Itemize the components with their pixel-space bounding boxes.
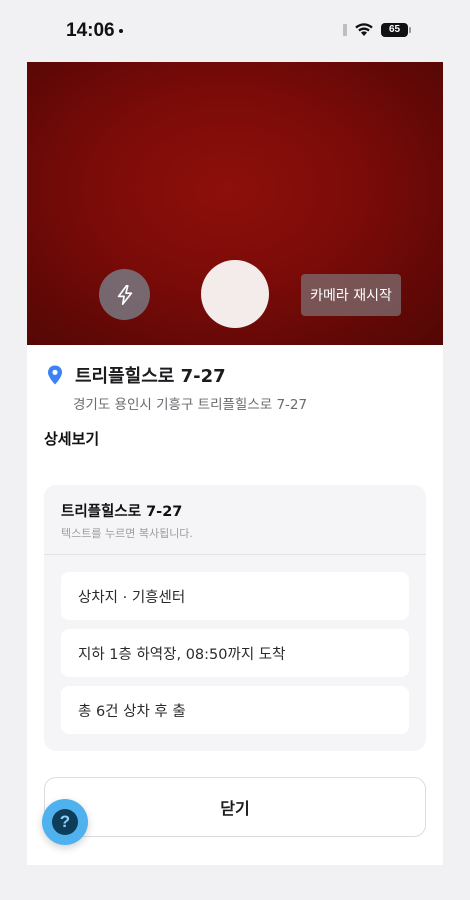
help-icon: ? xyxy=(52,809,78,835)
location-arrow-icon xyxy=(118,28,123,33)
copy-hint: 텍스트를 누르면 복사됩니다. xyxy=(61,527,193,540)
wifi-icon xyxy=(355,23,373,36)
location-address: 경기도 용인시 기흥구 트리플힐스로 7-27 xyxy=(73,397,308,413)
signal-icon xyxy=(343,23,347,36)
camera-restart-button[interactable]: 카메라 재시작 xyxy=(301,274,401,316)
flash-icon xyxy=(117,284,132,305)
location-title: 트리플힐스로 7-27 xyxy=(75,366,226,387)
detail-item[interactable]: 총 6건 상차 후 출 xyxy=(61,686,409,734)
detail-item[interactable]: 상차지 · 기흥센터 xyxy=(61,572,409,620)
help-button[interactable]: ? xyxy=(42,799,88,845)
status-icons: 65 xyxy=(343,22,411,37)
location-pin-icon xyxy=(48,365,62,385)
detail-item[interactable]: 지하 1층 하역장, 08:50까지 도착 xyxy=(61,629,409,677)
shutter-button[interactable] xyxy=(201,260,269,328)
location-header: 트리플힐스로 7-27 xyxy=(47,362,226,388)
detail-heading: 상세보기 xyxy=(44,430,100,448)
camera-preview: 카메라 재시작 xyxy=(27,62,443,345)
detail-card-title[interactable]: 트리플힐스로 7-27 xyxy=(61,500,182,521)
battery-icon: 65 xyxy=(381,22,411,37)
detail-card: 트리플힐스로 7-27 텍스트를 누르면 복사됩니다. 상차지 · 기흥센터 지… xyxy=(44,485,426,751)
bottom-sheet: 카메라 재시작 트리플힐스로 7-27 경기도 용인시 기흥구 트리플힐스로 7… xyxy=(27,62,443,865)
status-bar: 14:06 65 xyxy=(0,0,470,62)
flash-button[interactable] xyxy=(99,269,150,320)
status-time: 14:06 xyxy=(66,20,123,42)
card-divider xyxy=(44,554,426,555)
bottom-safe-area xyxy=(0,865,470,900)
close-button[interactable]: 닫기 xyxy=(44,777,426,837)
